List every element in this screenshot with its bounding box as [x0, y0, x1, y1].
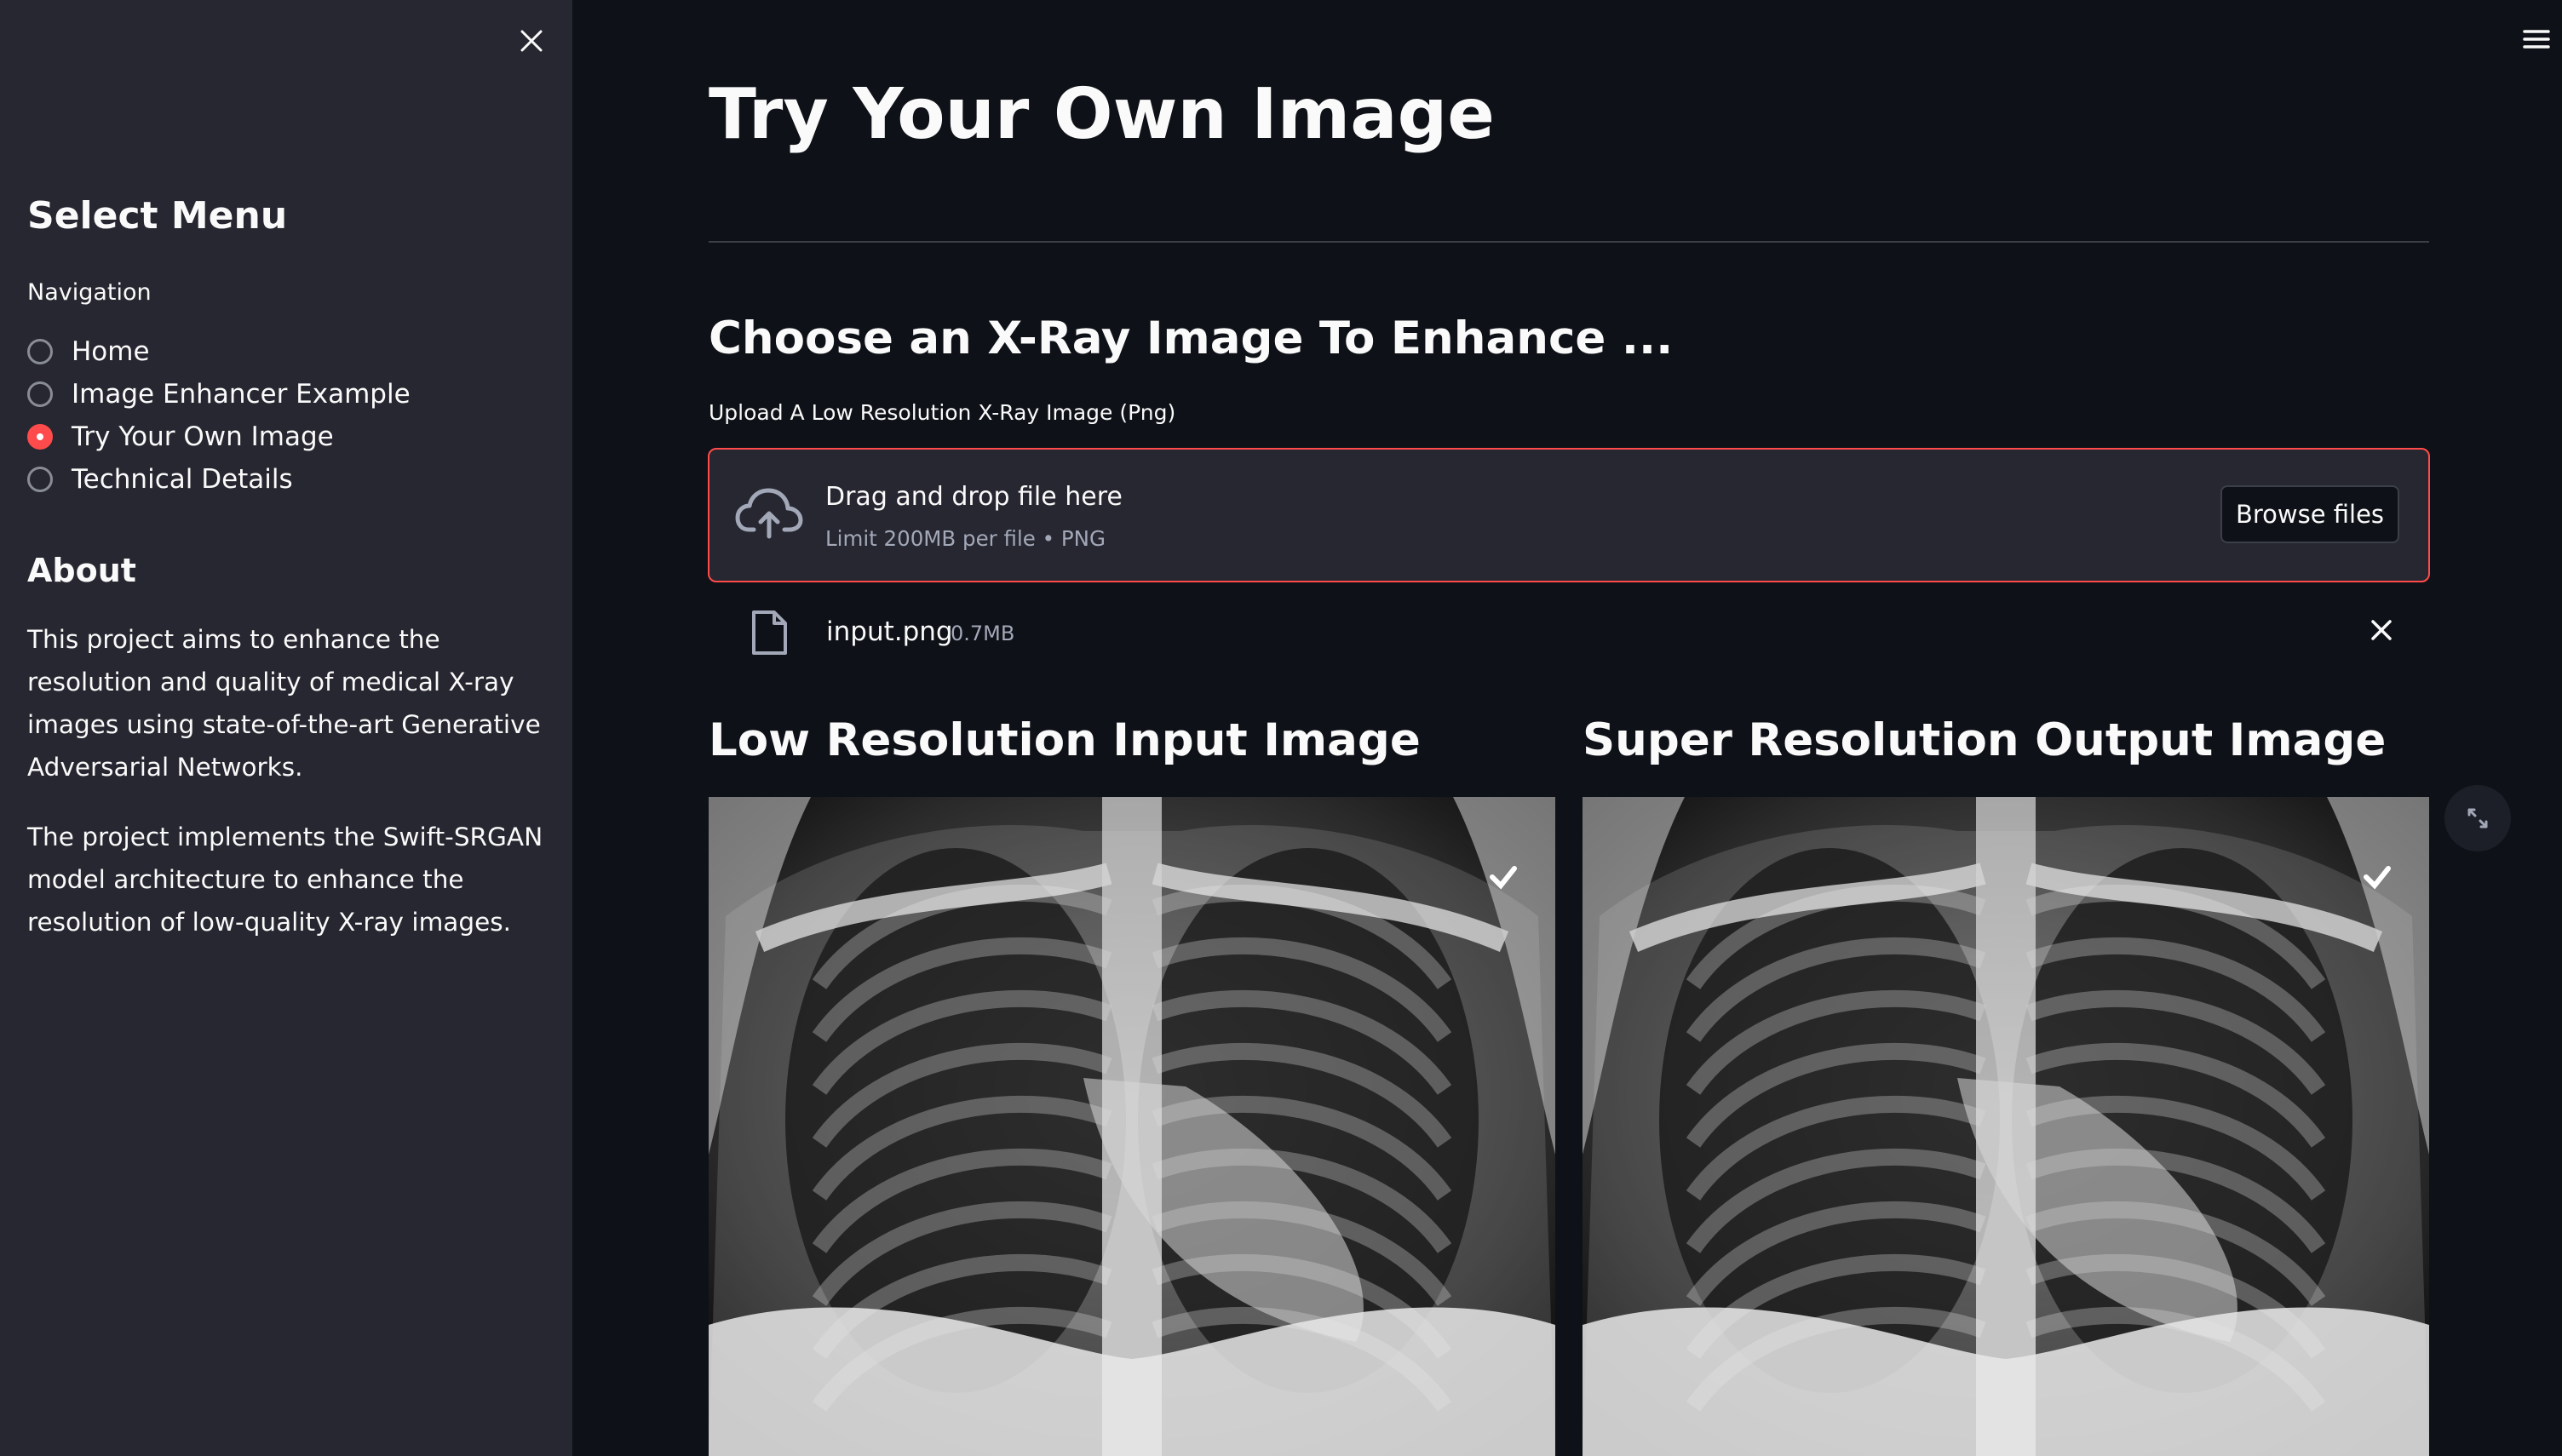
radio-button[interactable] — [27, 381, 53, 407]
sidebar-title: Select Menu — [27, 194, 288, 238]
nav-radio-home[interactable]: Home — [27, 330, 411, 373]
output-image-title: Super Resolution Output Image — [1583, 714, 2387, 766]
nav-radio-label: Technical Details — [72, 464, 293, 495]
hamburger-menu-icon — [2523, 30, 2550, 49]
nav-radio-label: Try Your Own Image — [72, 421, 334, 452]
sidebar-close-button[interactable] — [511, 20, 552, 61]
nav-radio-label: Image Enhancer Example — [72, 379, 411, 410]
uploaded-file-size: 0.7MB — [951, 622, 1015, 645]
divider — [709, 241, 2429, 243]
low-resolution-input-image — [709, 797, 1555, 1456]
sidebar: Select Menu Navigation Home Image Enhanc… — [0, 0, 572, 1456]
xray-illustration — [709, 797, 1555, 1456]
navigation-radio-group: Home Image Enhancer Example Try Your Own… — [27, 330, 411, 501]
main-menu-button[interactable] — [2518, 20, 2555, 58]
nav-radio-try-your-own-image[interactable]: Try Your Own Image — [27, 416, 411, 458]
radio-button-selected[interactable] — [27, 424, 53, 450]
fullscreen-expand-button[interactable] — [2444, 785, 2511, 851]
uploaded-file-name: input.png — [826, 616, 953, 647]
remove-file-icon — [2371, 620, 2392, 640]
nav-radio-label: Home — [72, 336, 150, 367]
file-dropzone[interactable]: Drag and drop file here Limit 200MB per … — [708, 448, 2430, 582]
uploaded-file-item: input.png 0.7MB — [709, 606, 2429, 661]
about-heading: About — [27, 552, 136, 589]
section-heading: Choose an X-Ray Image To Enhance ... — [709, 312, 1674, 364]
remove-file-button[interactable] — [2364, 613, 2398, 647]
dropzone-instructions: Drag and drop file here — [825, 482, 1123, 512]
nav-radio-image-enhancer-example[interactable]: Image Enhancer Example — [27, 373, 411, 416]
xray-illustration — [1583, 797, 2429, 1456]
close-icon — [520, 30, 543, 52]
expand-icon — [2467, 808, 2488, 828]
about-paragraph: The project implements the Swift-SRGAN m… — [27, 823, 543, 937]
dropzone-limit-text: Limit 200MB per file • PNG — [825, 526, 1106, 551]
radio-button[interactable] — [27, 339, 53, 364]
about-paragraph: This project aims to enhance the resolut… — [27, 625, 541, 782]
nav-radio-technical-details[interactable]: Technical Details — [27, 458, 411, 501]
super-resolution-output-image — [1583, 797, 2429, 1456]
radio-button[interactable] — [27, 467, 53, 492]
file-icon — [752, 610, 787, 655]
browse-files-button[interactable]: Browse files — [2220, 485, 2399, 543]
cloud-upload-icon — [735, 488, 803, 539]
input-image-title: Low Resolution Input Image — [709, 714, 1421, 766]
navigation-label: Navigation — [27, 279, 152, 306]
page-title: Try Your Own Image — [709, 74, 1495, 155]
file-uploader-label: Upload A Low Resolution X-Ray Image (Png… — [709, 400, 1176, 425]
